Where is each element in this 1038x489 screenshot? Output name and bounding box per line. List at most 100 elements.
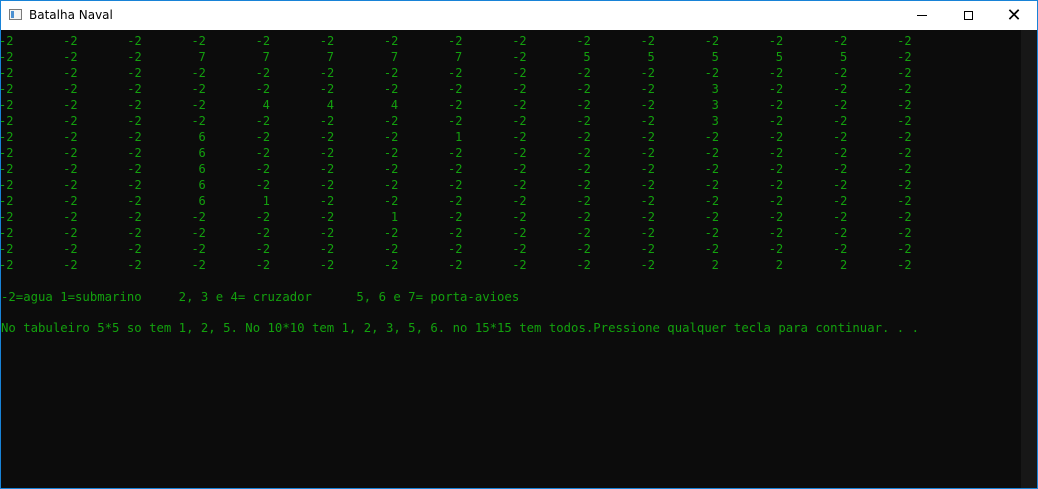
maximize-icon xyxy=(963,11,973,20)
vertical-scrollbar[interactable] xyxy=(1021,30,1037,488)
board-cell: -2 xyxy=(448,98,463,112)
board-cell: -2 xyxy=(127,162,142,176)
board-cell: -2 xyxy=(640,130,655,144)
board-cell: -2 xyxy=(319,258,335,272)
board-row: -2 -2 -2 -2 -2 -2 -2 -2 -2 -2 -2 2 2 2 -2 xyxy=(1,257,1021,273)
close-button[interactable]: ✕ xyxy=(991,1,1037,30)
board-cell: -2 xyxy=(448,178,463,192)
board-row: -2 -2 -2 6 -2 -2 -2 1 -2 -2 -2 -2 -2 -2 -2 xyxy=(1,129,1021,145)
board-cell: -2 xyxy=(704,242,720,256)
board-cell: -2 xyxy=(63,114,78,128)
board-cell: -2 xyxy=(63,34,78,48)
board-cell: -2 xyxy=(576,178,591,192)
board-cell: -2 xyxy=(576,242,591,256)
board-cell: -2 xyxy=(319,194,335,208)
board-cell: -2 xyxy=(640,114,655,128)
board-cell: 3 xyxy=(711,98,719,112)
board-cell: 7 xyxy=(390,50,399,64)
board-cell: -2 xyxy=(768,114,784,128)
board-cell: -2 xyxy=(576,258,591,272)
board-cell: -2 xyxy=(63,226,78,240)
board-cell: -2 xyxy=(255,66,271,80)
board-cell: -2 xyxy=(127,82,142,96)
board-row: -2 -2 -2 7 7 7 7 7 -2 5 5 5 5 5 -2 xyxy=(1,49,1021,65)
board-cell: 4 xyxy=(326,98,334,112)
board-cell: 2 xyxy=(839,258,848,272)
board-cell: -2 xyxy=(832,146,848,160)
title-bar[interactable]: Batalha Naval ✕ xyxy=(1,1,1037,30)
board-cell: -2 xyxy=(1,226,14,240)
board-cell: -2 xyxy=(832,82,848,96)
board-cell: -2 xyxy=(576,210,591,224)
board-cell: -2 xyxy=(704,66,720,80)
board-cell: 2 xyxy=(775,258,784,272)
board-cell: -2 xyxy=(576,82,591,96)
board-cell: -2 xyxy=(1,242,14,256)
board-cell: 6 xyxy=(198,178,206,192)
board-cell: -2 xyxy=(512,82,527,96)
board-cell: -2 xyxy=(319,130,335,144)
board-cell: -2 xyxy=(1,162,14,176)
board-cell: -2 xyxy=(768,210,784,224)
board-cell: -2 xyxy=(63,242,78,256)
board-cell: -2 xyxy=(127,130,142,144)
board-cell: -2 xyxy=(319,226,335,240)
board-cell: -2 xyxy=(512,50,527,64)
board-cell: 5 xyxy=(775,50,784,64)
board-cell: -2 xyxy=(127,50,142,64)
board-cell: -2 xyxy=(63,130,78,144)
board-cell: -2 xyxy=(448,242,463,256)
board-cell: -2 xyxy=(127,210,142,224)
board-cell: -2 xyxy=(832,178,848,192)
board-cell: 3 xyxy=(711,114,719,128)
board-cell: 6 xyxy=(198,162,206,176)
minimize-icon xyxy=(917,15,927,16)
board-cell: -2 xyxy=(191,258,206,272)
board-row: -2 -2 -2 6 -2 -2 -2 -2 -2 -2 -2 -2 -2 -2 -2 xyxy=(1,177,1021,193)
board-cell: 6 xyxy=(198,194,206,208)
console-window-icon[interactable] xyxy=(9,9,22,20)
board-cell: -2 xyxy=(512,146,527,160)
board-cell: -2 xyxy=(319,162,335,176)
board-cell: -2 xyxy=(897,114,912,128)
board-cell: -2 xyxy=(576,98,591,112)
board-cell: -2 xyxy=(640,146,655,160)
board-cell: -2 xyxy=(512,98,527,112)
board-cell: -2 xyxy=(704,130,720,144)
board-cell: -2 xyxy=(768,178,784,192)
board-cell: -2 xyxy=(512,210,527,224)
board-cell: -2 xyxy=(319,242,335,256)
close-icon: ✕ xyxy=(1006,4,1022,26)
board-cell: -2 xyxy=(63,194,78,208)
minimize-button[interactable] xyxy=(899,1,945,30)
board-cell: -2 xyxy=(255,114,271,128)
board-cell: -2 xyxy=(768,194,784,208)
board-cell: -2 xyxy=(127,114,142,128)
board-cell: -2 xyxy=(832,162,848,176)
board-cell: -2 xyxy=(127,242,142,256)
board-cell: -2 xyxy=(897,98,912,112)
board-cell: -2 xyxy=(640,82,655,96)
board-cell: -2 xyxy=(832,66,848,80)
board-cell: -2 xyxy=(1,178,14,192)
board-cell: -2 xyxy=(63,178,78,192)
board-cell: -2 xyxy=(512,130,527,144)
board-cell: -2 xyxy=(704,226,720,240)
board-row: -2 -2 -2 6 1 -2 -2 -2 -2 -2 -2 -2 -2 -2 -2 xyxy=(1,193,1021,209)
board-row: -2 -2 -2 -2 -2 -2 -2 -2 -2 -2 -2 -2 -2 -2 -2 xyxy=(1,241,1021,257)
board-cell: -2 xyxy=(512,34,527,48)
board-cell: -2 xyxy=(768,66,784,80)
console-output[interactable]: -2 -2 -2 -2 -2 -2 -2 -2 -2 -2 -2 -2 -2 -2 -2 -2 -2 -2 7 7 7 7… xyxy=(1,30,1021,488)
maximize-button[interactable] xyxy=(945,1,991,30)
board-cell: -2 xyxy=(897,66,912,80)
board-cell: -2 xyxy=(255,242,271,256)
board-cell: -2 xyxy=(319,66,335,80)
board-cell: -2 xyxy=(1,98,14,112)
board-cell: -2 xyxy=(704,146,720,160)
board-cell: -2 xyxy=(191,242,206,256)
board-cell: 6 xyxy=(198,130,206,144)
board-cell: -2 xyxy=(448,226,463,240)
legend-text: -2=agua 1=submarino 2, 3 e 4= cruzador 5… xyxy=(1,290,520,304)
board-cell: -2 xyxy=(63,50,78,64)
board-cell: -2 xyxy=(448,34,463,48)
